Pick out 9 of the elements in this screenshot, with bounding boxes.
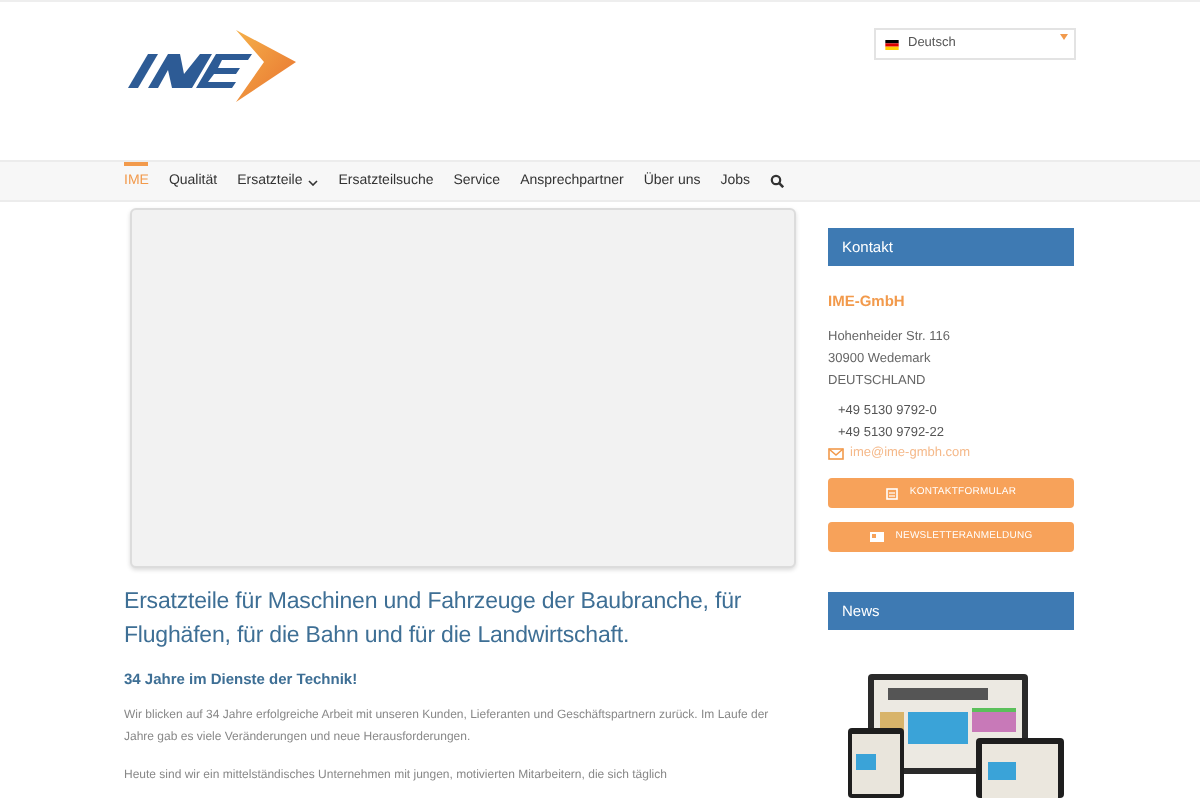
page-heading: Ersatzteile für Maschinen und Fahrzeuge der Baubranche, für Flughäfen, für die Bahn und für die Landwirtschaft.	[124, 588, 744, 652]
logo[interactable]	[124, 26, 296, 106]
search-icon[interactable]	[770, 174, 785, 188]
envelope-icon	[828, 448, 844, 461]
newspaper-icon	[869, 532, 884, 542]
chevron-down-icon	[308, 180, 319, 186]
flag-icon	[884, 39, 900, 49]
document-icon	[885, 487, 898, 499]
caret-icon	[1060, 34, 1068, 40]
